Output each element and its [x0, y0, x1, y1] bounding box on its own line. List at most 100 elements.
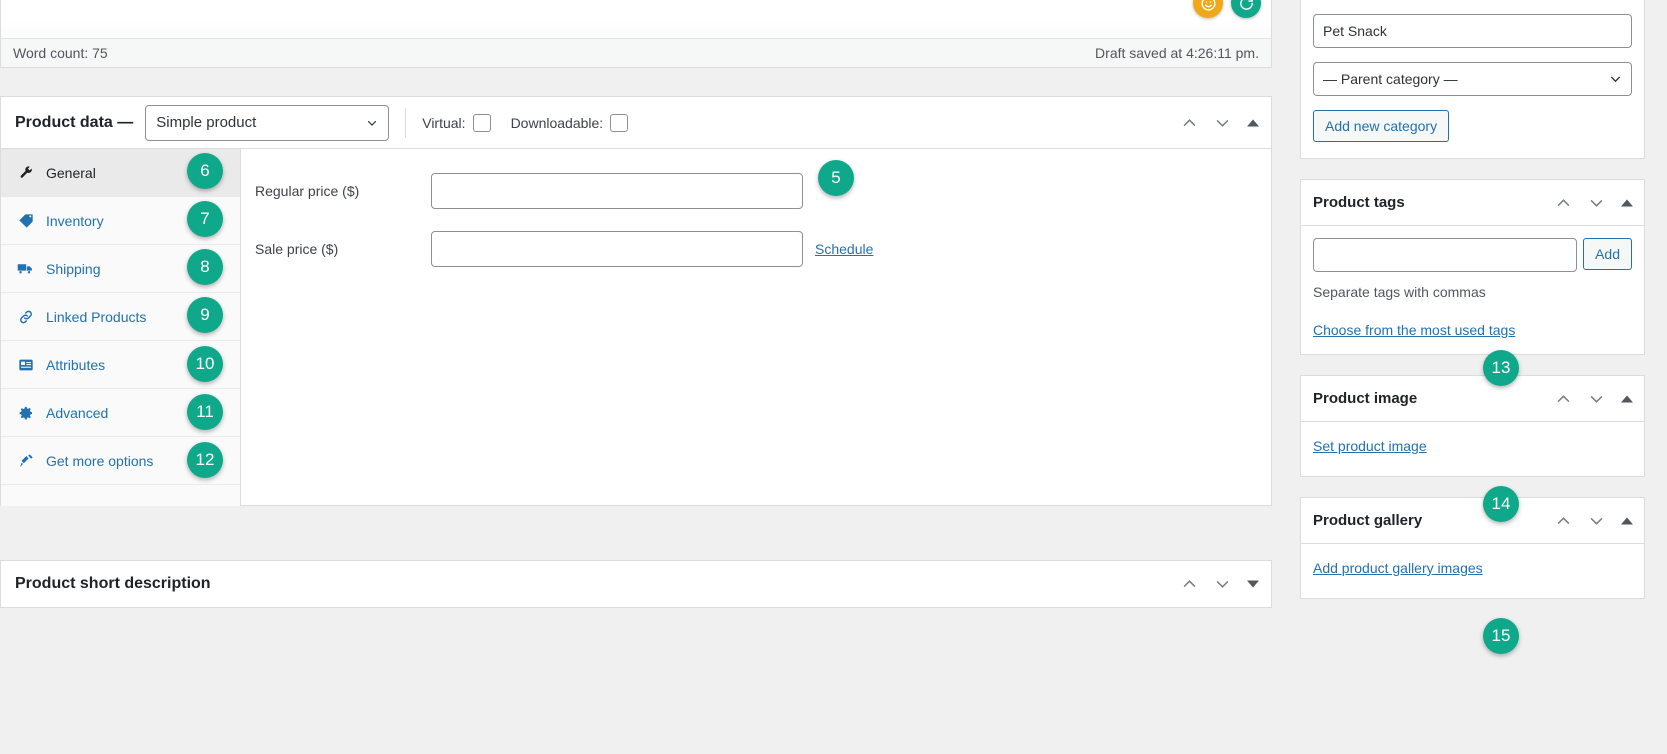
toggle-panel-icon[interactable] — [1621, 199, 1633, 206]
annotation-badge-15: 15 — [1483, 618, 1519, 654]
product-tags-body: Add Separate tags with commas Choose fro… — [1301, 226, 1644, 354]
move-up-icon[interactable] — [1181, 576, 1198, 593]
add-tag-label: Add — [1595, 246, 1620, 262]
move-up-icon[interactable] — [1555, 390, 1572, 407]
add-gallery-images-link[interactable]: Add product gallery images — [1313, 560, 1483, 576]
chevron-down-icon — [368, 120, 377, 126]
product-data-tabs: General Inventory Shipping Linked Produc… — [1, 149, 241, 506]
product-image-body: Set product image — [1301, 422, 1644, 476]
header-divider — [405, 107, 407, 138]
move-down-icon[interactable] — [1588, 512, 1605, 529]
general-tab-panel: Regular price ($) Sale price ($) Schedul… — [241, 149, 1271, 506]
virtual-label: Virtual: — [422, 114, 466, 131]
move-down-icon[interactable] — [1588, 390, 1605, 407]
new-category-input[interactable]: Pet Snack — [1313, 14, 1632, 48]
set-product-image-link[interactable]: Set product image — [1313, 438, 1427, 454]
tab-label: General — [46, 164, 96, 181]
tab-attributes[interactable]: Attributes — [1, 341, 240, 389]
move-up-icon[interactable] — [1555, 512, 1572, 529]
downloadable-label: Downloadable: — [510, 114, 604, 131]
sale-price-label: Sale price ($) — [255, 241, 339, 257]
add-tag-button[interactable]: Add — [1583, 238, 1632, 270]
short-description-metabox: Product short description — [0, 560, 1272, 608]
tab-label: Inventory — [46, 212, 104, 229]
product-gallery-header: Product gallery — [1301, 498, 1644, 544]
move-down-icon[interactable] — [1214, 576, 1231, 593]
parent-category-value: — Parent category — — [1323, 71, 1458, 87]
virtual-checkbox-group[interactable]: Virtual: — [422, 113, 491, 132]
schedule-sale-link[interactable]: Schedule — [815, 241, 873, 257]
product-tags-header: Product tags — [1301, 180, 1644, 226]
page-root: Word count: 75 Draft saved at 4:26:11 pm… — [0, 0, 1667, 754]
move-up-icon[interactable] — [1181, 114, 1198, 131]
tab-advanced[interactable]: Advanced — [1, 389, 240, 437]
product-gallery-title: Product gallery — [1313, 512, 1423, 529]
product-tags-actions — [1555, 194, 1633, 211]
tab-linked-products[interactable]: Linked Products — [1, 293, 240, 341]
toggle-panel-icon[interactable] — [1247, 119, 1259, 126]
gear-icon — [17, 404, 34, 421]
tab-label: Shipping — [46, 260, 101, 277]
metabox-header-actions — [1181, 114, 1259, 131]
product-gallery-card: Product gallery Add product gallery imag… — [1300, 497, 1645, 599]
new-category-value: Pet Snack — [1323, 23, 1387, 39]
refresh-icon[interactable] — [1231, 0, 1261, 18]
tab-label: Attributes — [46, 356, 106, 373]
tab-general[interactable]: General — [1, 149, 240, 197]
product-type-select[interactable]: Simple product — [145, 104, 390, 141]
list-icon — [17, 356, 34, 373]
product-image-title: Product image — [1313, 390, 1418, 407]
product-type-value: Simple product — [156, 114, 257, 131]
tag-entry-row: Add — [1313, 238, 1632, 272]
product-image-header: Product image — [1301, 376, 1644, 422]
tab-shipping[interactable]: Shipping — [1, 245, 240, 293]
regular-price-input[interactable] — [431, 173, 803, 209]
product-data-title: Product data — — [15, 113, 134, 131]
downloadable-checkbox-group[interactable]: Downloadable: — [510, 113, 629, 132]
tab-label: Linked Products — [46, 308, 147, 325]
editor-bottom-fade — [0, 0, 1272, 38]
tab-label: Advanced — [46, 404, 109, 421]
tag-icon — [17, 212, 34, 229]
product-tags-card: Product tags Add Separate tags with comm — [1300, 179, 1645, 355]
product-categories-card: Pet Snack — Parent category — Add new ca… — [1300, 0, 1645, 159]
downloadable-checkbox[interactable] — [610, 113, 629, 132]
link-icon — [17, 308, 34, 325]
product-tag-input[interactable] — [1313, 238, 1578, 272]
word-count-label: Word count: 75 — [13, 45, 108, 61]
short-description-title: Product short description — [15, 575, 211, 592]
sale-price-input[interactable] — [431, 231, 803, 267]
sidebar: Pet Snack — Parent category — Add new ca… — [1300, 0, 1645, 619]
product-data-body: General Inventory Shipping Linked Produc… — [1, 149, 1271, 506]
parent-category-select[interactable]: — Parent category — — [1313, 62, 1632, 96]
product-data-metabox: Product data — Simple product Virtual: D… — [0, 96, 1272, 506]
tab-get-more-options[interactable]: Get more options — [1, 437, 240, 485]
toggle-panel-icon[interactable] — [1621, 517, 1633, 524]
product-image-card: Product image Set product image — [1300, 375, 1645, 477]
draft-saved-label: Draft saved at 4:26:11 pm. — [1095, 45, 1259, 61]
wrench-icon — [17, 164, 34, 181]
chevron-down-icon — [1611, 76, 1620, 83]
move-down-icon[interactable] — [1588, 194, 1605, 211]
most-used-tags-link[interactable]: Choose from the most used tags — [1313, 322, 1515, 338]
editor-status-bar: Word count: 75 Draft saved at 4:26:11 pm… — [0, 38, 1272, 68]
toggle-panel-icon[interactable] — [1247, 580, 1259, 588]
add-new-category-button[interactable]: Add new category — [1313, 110, 1450, 142]
move-down-icon[interactable] — [1214, 114, 1231, 131]
product-image-actions — [1555, 390, 1633, 407]
virtual-checkbox[interactable] — [472, 113, 491, 132]
regular-price-label: Regular price ($) — [255, 183, 360, 199]
product-gallery-actions — [1555, 512, 1633, 529]
toggle-panel-icon[interactable] — [1621, 395, 1633, 402]
regular-price-row: Regular price ($) — [241, 171, 1271, 211]
tags-helper-text: Separate tags with commas — [1313, 284, 1486, 300]
truck-icon — [17, 260, 34, 277]
move-up-icon[interactable] — [1555, 194, 1572, 211]
emoji-icon[interactable] — [1193, 0, 1223, 18]
floating-action-icons — [1193, 0, 1261, 18]
sale-price-row: Sale price ($) Schedule — [241, 229, 1271, 269]
product-data-header: Product data — Simple product Virtual: D… — [1, 97, 1271, 149]
tab-inventory[interactable]: Inventory — [1, 197, 240, 245]
tab-label: Get more options — [46, 452, 154, 469]
short-description-actions — [1181, 576, 1259, 593]
